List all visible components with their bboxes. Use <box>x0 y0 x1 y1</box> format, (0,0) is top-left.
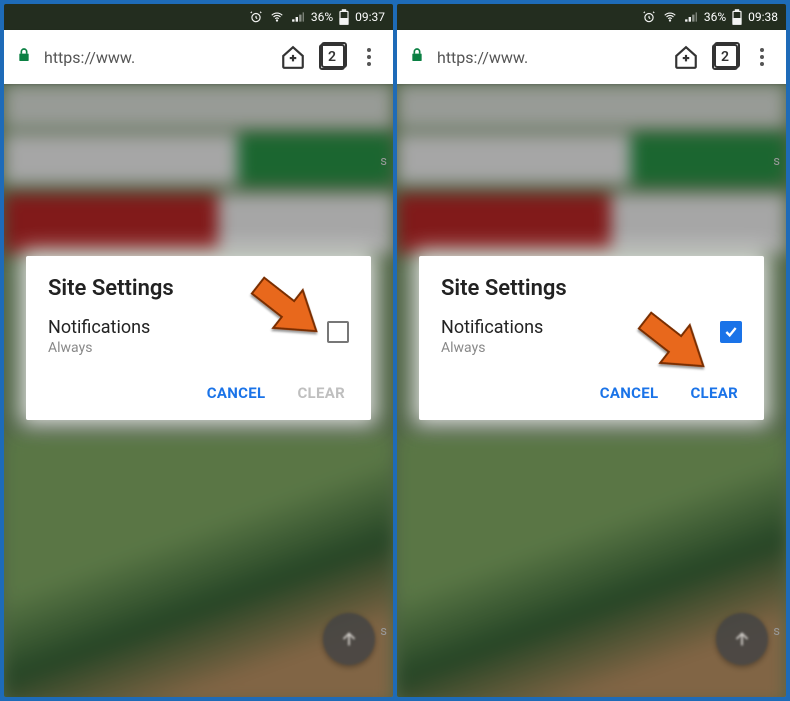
battery-icon <box>339 9 349 25</box>
dialog-actions: CANCEL CLEAR <box>48 378 349 408</box>
notif-sublabel: Always <box>441 340 543 356</box>
notif-checkbox[interactable] <box>720 321 742 343</box>
dialog-actions: CANCEL CLEAR <box>441 378 742 408</box>
notif-label: Notifications <box>48 317 150 338</box>
battery-icon <box>732 9 742 25</box>
notifications-row[interactable]: Notifications Always <box>441 317 742 356</box>
notif-label: Notifications <box>441 317 543 338</box>
fab-button[interactable] <box>323 613 375 665</box>
url-bar[interactable]: https://www. 2 <box>397 30 786 84</box>
tab-count[interactable]: 2 <box>319 44 345 70</box>
clock-time: 09:38 <box>748 10 778 24</box>
wifi-icon <box>662 10 678 24</box>
lock-icon <box>409 46 425 68</box>
panel-right: 36% 09:38 https://www. 2 s s Site Settin… <box>397 4 786 697</box>
signal-icon <box>291 10 305 24</box>
clock-time: 09:37 <box>355 10 385 24</box>
url-bar[interactable]: https://www. 2 <box>4 30 393 84</box>
clear-button[interactable]: CLEAR <box>293 378 349 408</box>
menu-icon[interactable] <box>750 45 774 69</box>
alarm-icon <box>642 10 656 24</box>
url-text[interactable]: https://www. <box>437 48 660 67</box>
wifi-icon <box>269 10 285 24</box>
notifications-row[interactable]: Notifications Always <box>48 317 349 356</box>
cancel-button[interactable]: CANCEL <box>203 378 270 408</box>
status-bar: 36% 09:38 <box>397 4 786 30</box>
notif-sublabel: Always <box>48 340 150 356</box>
clear-button[interactable]: CLEAR <box>686 378 742 408</box>
site-settings-dialog: Site Settings Notifications Always CANCE… <box>26 256 371 420</box>
panel-left: 36% 09:37 https://www. 2 s s Site Settin… <box>4 4 393 697</box>
home-add-icon[interactable] <box>279 43 307 71</box>
battery-percent: 36% <box>704 10 726 24</box>
url-text[interactable]: https://www. <box>44 48 267 67</box>
lock-icon <box>16 46 32 68</box>
site-settings-dialog: Site Settings Notifications Always CANCE… <box>419 256 764 420</box>
battery-percent: 36% <box>311 10 333 24</box>
notif-checkbox[interactable] <box>327 321 349 343</box>
tab-count[interactable]: 2 <box>712 44 738 70</box>
alarm-icon <box>249 10 263 24</box>
menu-icon[interactable] <box>357 45 381 69</box>
fab-button[interactable] <box>716 613 768 665</box>
dialog-title: Site Settings <box>441 276 742 301</box>
cancel-button[interactable]: CANCEL <box>596 378 663 408</box>
check-icon <box>723 324 739 340</box>
home-add-icon[interactable] <box>672 43 700 71</box>
signal-icon <box>684 10 698 24</box>
status-bar: 36% 09:37 <box>4 4 393 30</box>
dialog-title: Site Settings <box>48 276 349 301</box>
